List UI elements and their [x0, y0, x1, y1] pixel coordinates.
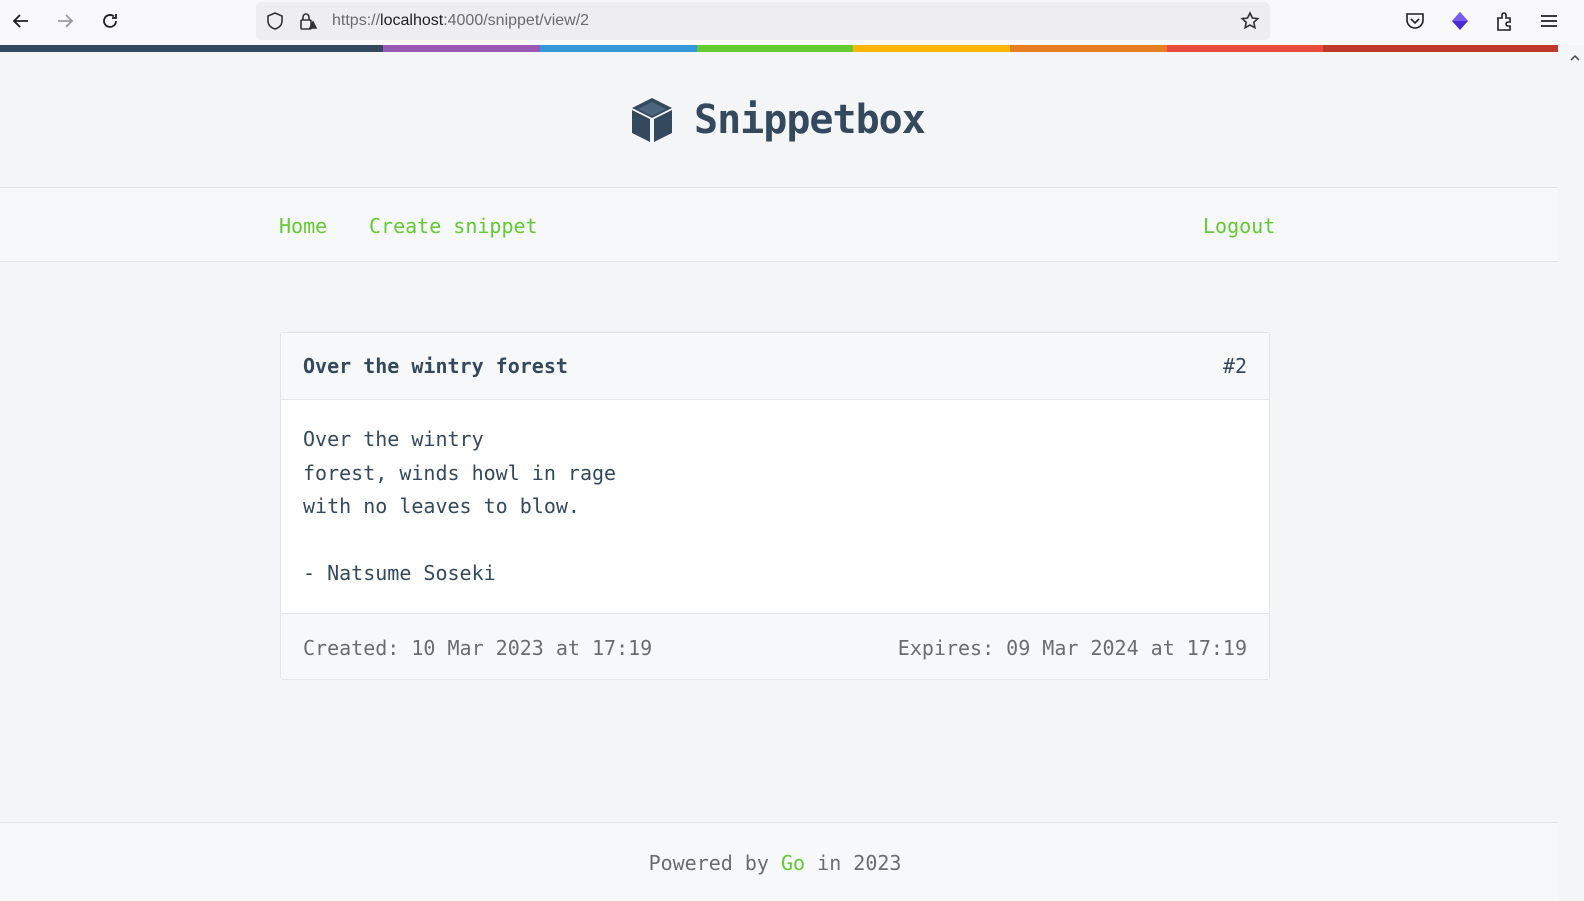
- forward-icon[interactable]: [52, 8, 78, 34]
- color-stripe: [0, 45, 1558, 52]
- snippet-header: Over the wintry forest #2: [281, 333, 1269, 400]
- stripe-segment: [853, 45, 1010, 52]
- reload-icon[interactable]: [97, 8, 123, 34]
- browser-toolbar: https://localhost:4000/snippet/view/2: [0, 0, 1584, 45]
- extensions-puzzle-icon[interactable]: [1494, 10, 1516, 32]
- shield-icon[interactable]: [265, 11, 285, 31]
- extension-gem-icon[interactable]: [1449, 10, 1471, 32]
- stripe-segment: [1323, 45, 1558, 52]
- lock-warning-icon[interactable]: [298, 11, 318, 31]
- snippet-content: Over the wintry forest, winds howl in ra…: [303, 427, 617, 585]
- go-link[interactable]: Go: [781, 851, 805, 875]
- url-scheme: https://: [332, 12, 381, 29]
- snippet-title: Over the wintry forest: [303, 354, 568, 378]
- site-footer: Powered by Go in 2023: [0, 822, 1558, 901]
- stripe-segment: [1167, 45, 1323, 52]
- site-title[interactable]: Snippetbox: [694, 97, 926, 143]
- nav-create-snippet-link[interactable]: Create snippet: [369, 214, 538, 238]
- stripe-segment: [540, 45, 697, 52]
- scrollbar[interactable]: [1558, 45, 1584, 901]
- bookmark-star-icon[interactable]: [1240, 11, 1260, 31]
- snippet-expires: Expires: 09 Mar 2024 at 17:19: [897, 636, 1247, 660]
- snippet-created: Created: 10 Mar 2023 at 17:19: [303, 636, 653, 660]
- snippet-metadata: Created: 10 Mar 2023 at 17:19 Expires: 0…: [281, 613, 1269, 679]
- url-path: :4000/snippet/view/2: [443, 12, 590, 29]
- footer-prefix: Powered by: [648, 851, 782, 875]
- main-nav: Home Create snippet Logout: [0, 188, 1558, 262]
- stripe-segment: [1010, 45, 1167, 52]
- back-icon[interactable]: [8, 8, 34, 34]
- stripe-segment: [697, 45, 853, 52]
- stripe-segment: [0, 45, 383, 52]
- footer-suffix: in 2023: [805, 851, 902, 875]
- scroll-up-icon[interactable]: [1570, 48, 1580, 61]
- nav-logout-link[interactable]: Logout: [1203, 214, 1275, 238]
- footer-text: Powered by Go in 2023: [0, 851, 1550, 875]
- snippet-id: #2: [1222, 354, 1247, 378]
- nav-home-link[interactable]: Home: [279, 214, 327, 238]
- menu-hamburger-icon[interactable]: [1538, 10, 1560, 32]
- address-bar[interactable]: https://localhost:4000/snippet/view/2: [256, 2, 1270, 40]
- brand[interactable]: Snippetbox: [630, 96, 926, 144]
- stripe-segment: [383, 45, 540, 52]
- url-text[interactable]: https://localhost:4000/snippet/view/2: [332, 12, 589, 30]
- snippet-card: Over the wintry forest #2 Over the wintr…: [280, 332, 1270, 680]
- pocket-icon[interactable]: [1404, 10, 1426, 32]
- site-header: Snippetbox: [0, 52, 1558, 188]
- cube-logo-icon: [632, 98, 672, 142]
- url-host: localhost: [380, 12, 444, 29]
